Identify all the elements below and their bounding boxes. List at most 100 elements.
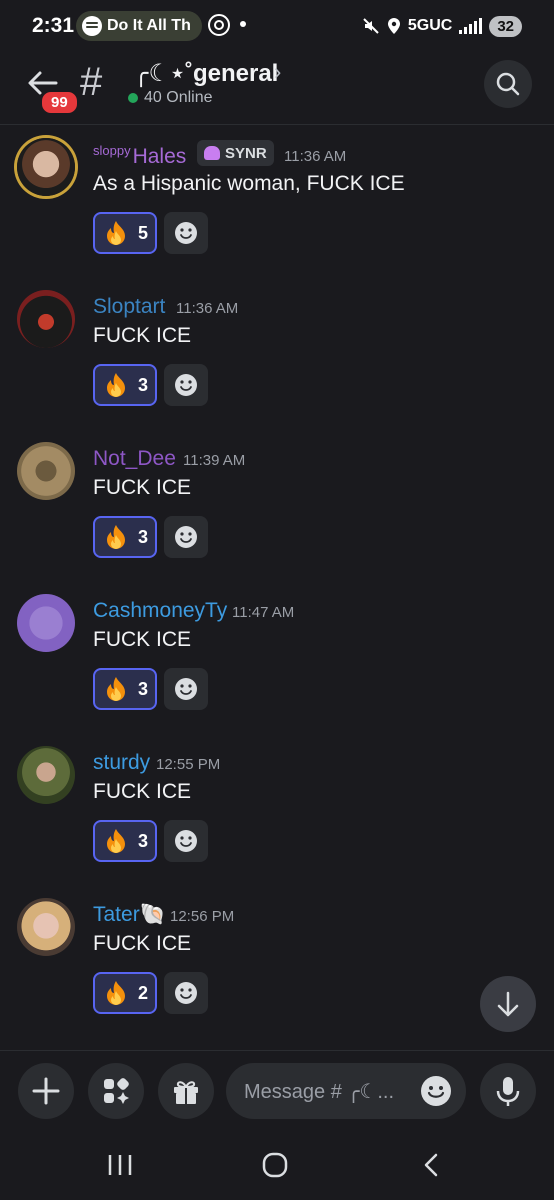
status-right: 5GUC 32 <box>362 13 522 39</box>
username-text: Sloptart <box>93 295 166 318</box>
status-time: 2:31 <box>32 14 75 37</box>
unread-badge: 99 <box>40 90 79 115</box>
message-item[interactable]: sloppyHales SYNR 11:36 AM As a Hispanic wom… <box>0 138 554 290</box>
gift-button[interactable] <box>158 1063 214 1119</box>
message-text: FUCK ICE <box>93 476 192 499</box>
reaction-count: 3 <box>138 830 149 851</box>
chevron-right-icon[interactable]: › <box>274 59 281 85</box>
avatar[interactable] <box>17 290 75 348</box>
message-text: FUCK ICE <box>93 628 192 651</box>
skull-icon <box>204 146 220 160</box>
reaction-chip[interactable]: 2 <box>93 972 157 1014</box>
search-icon <box>496 72 520 96</box>
message-input[interactable]: Message # ╭☾... <box>226 1063 466 1119</box>
add-reaction-icon <box>175 526 197 548</box>
media-pill[interactable]: Do It All Th <box>76 11 202 41</box>
message-text: FUCK ICE <box>93 780 192 803</box>
message-text: FUCK ICE <box>93 932 192 955</box>
reaction-chip[interactable]: 3 <box>93 668 157 710</box>
avatar[interactable] <box>17 138 75 196</box>
reaction-count: 3 <box>138 374 149 395</box>
voice-message-button[interactable] <box>480 1063 536 1119</box>
back-nav-icon[interactable] <box>420 1152 442 1178</box>
reaction-chip[interactable]: 3 <box>93 364 157 406</box>
message-item[interactable]: sturdy 12:55 PM FUCK ICE 3 <box>0 746 554 898</box>
add-reaction-button[interactable] <box>164 364 208 406</box>
reaction-chip[interactable]: 3 <box>93 516 157 558</box>
reaction-count: 2 <box>138 982 149 1003</box>
flame-emoji-icon <box>107 373 125 397</box>
composer: Message # ╭☾... <box>0 1050 554 1133</box>
add-reaction-button[interactable] <box>164 212 208 254</box>
apps-icon <box>104 1078 129 1104</box>
message-text: As a Hispanic woman, FUCK ICE <box>93 172 405 195</box>
username[interactable]: sturdy <box>93 751 150 775</box>
signal-icon <box>459 18 483 34</box>
reaction-chip[interactable]: 3 <box>93 820 157 862</box>
reaction-count: 3 <box>138 678 149 699</box>
message-item[interactable]: Sloptart 11:36 AM FUCK ICE 3 <box>0 290 554 442</box>
username-text: sturdy <box>93 751 151 774</box>
add-reaction-button[interactable] <box>164 972 208 1014</box>
username-text: CashmoneyTy <box>93 599 228 622</box>
plus-icon <box>32 1077 60 1105</box>
server-tag[interactable]: SYNR <box>197 140 274 166</box>
username-text: Hales <box>132 145 187 168</box>
add-reaction-button[interactable] <box>164 516 208 558</box>
mute-icon <box>363 18 379 34</box>
username-text: Not_Dee <box>93 447 176 470</box>
reaction-count: 5 <box>138 222 149 243</box>
hash-icon: # <box>80 60 103 104</box>
server-tag-label: SYNR <box>225 144 267 162</box>
add-attachment-button[interactable] <box>18 1063 74 1119</box>
search-button[interactable] <box>484 60 532 108</box>
message-item[interactable]: Tater🐚 12:56 PM FUCK ICE 2 <box>0 898 554 1050</box>
message-timestamp: 11:39 AM <box>183 452 246 469</box>
spotify-icon <box>82 16 102 36</box>
gift-icon <box>174 1081 198 1104</box>
media-pill-text: Do It All Th <box>107 17 191 34</box>
username-text: Tater🐚 <box>93 903 166 926</box>
add-reaction-button[interactable] <box>164 668 208 710</box>
message-item[interactable]: CashmoneyTy 11:47 AM FUCK ICE 3 <box>0 594 554 746</box>
apps-button[interactable] <box>88 1063 144 1119</box>
channel-name[interactable]: ╭☾⋆˚general <box>134 59 278 88</box>
add-reaction-icon <box>175 374 197 396</box>
message-timestamp: 12:55 PM <box>156 756 221 773</box>
message-text: FUCK ICE <box>93 324 192 347</box>
message-timestamp: 11:36 AM <box>176 300 239 317</box>
add-reaction-icon <box>175 222 197 244</box>
avatar[interactable] <box>17 442 75 500</box>
username[interactable]: Not_Dee <box>93 447 176 471</box>
emoji-icon[interactable] <box>420 1075 452 1107</box>
add-reaction-icon <box>175 678 197 700</box>
message-item[interactable]: Not_Dee 11:39 AM FUCK ICE 3 <box>0 442 554 594</box>
flame-emoji-icon <box>107 677 125 701</box>
avatar[interactable] <box>17 898 75 956</box>
reaction-chip[interactable]: 5 <box>93 212 157 254</box>
username[interactable]: sloppyHales <box>93 143 186 169</box>
channel-header: 99 # ╭☾⋆˚general › 40 Online <box>0 52 554 125</box>
home-icon[interactable] <box>262 1152 288 1178</box>
add-reaction-button[interactable] <box>164 820 208 862</box>
message-timestamp: 11:47 AM <box>232 604 295 621</box>
scroll-down-button[interactable] <box>480 976 536 1032</box>
scroll-down-icon <box>497 991 519 1017</box>
message-placeholder: Message # ╭☾... <box>244 1081 395 1103</box>
message-timestamp: 12:56 PM <box>170 908 235 925</box>
username[interactable]: CashmoneyTy <box>93 599 227 623</box>
avatar[interactable] <box>17 594 75 652</box>
flame-emoji-icon <box>107 525 125 549</box>
flame-emoji-icon <box>107 981 125 1005</box>
username[interactable]: Tater🐚 <box>93 903 166 927</box>
add-reaction-icon <box>175 982 197 1004</box>
online-status-icon <box>128 93 138 103</box>
notification-dot-icon <box>240 21 246 27</box>
username[interactable]: Sloptart <box>93 295 165 319</box>
system-nav-bar <box>0 1132 554 1200</box>
avatar[interactable] <box>17 746 75 804</box>
mic-icon <box>496 1077 520 1106</box>
recents-icon[interactable] <box>106 1152 134 1178</box>
flame-emoji-icon <box>107 829 125 853</box>
network-label: 5GUC <box>407 17 453 34</box>
